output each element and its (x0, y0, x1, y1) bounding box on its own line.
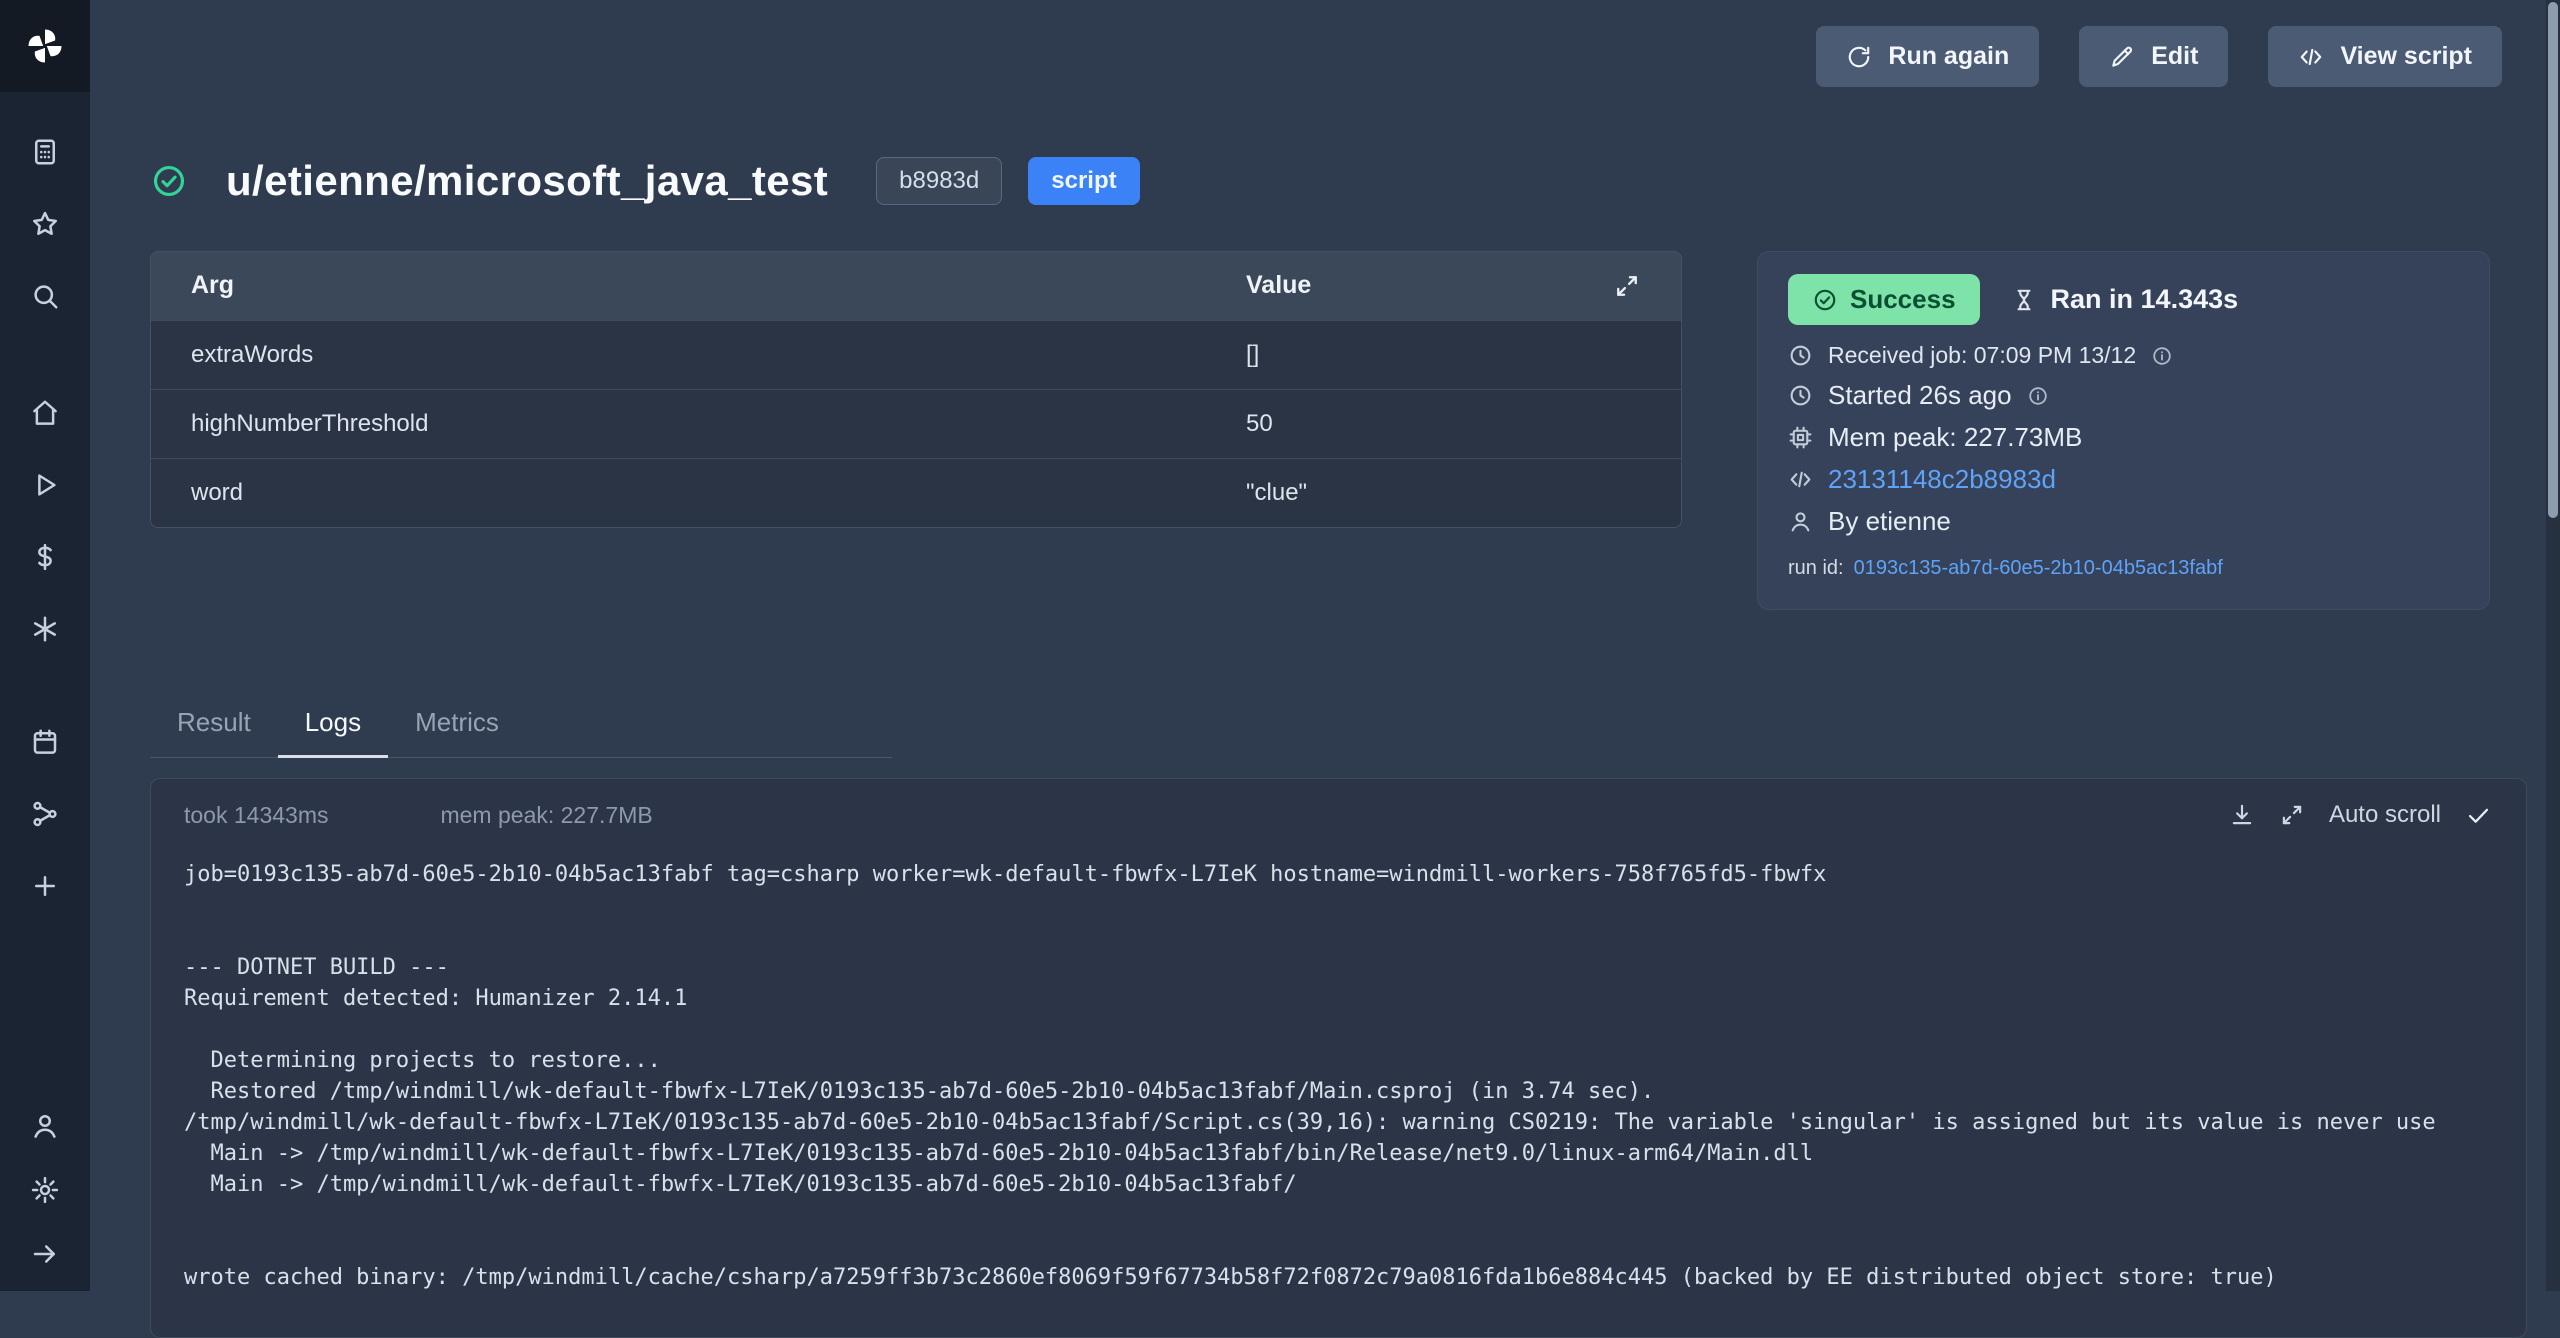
windmill-logo-icon (23, 24, 67, 68)
info-icon[interactable] (2151, 345, 2173, 367)
content-grid: Arg Value extraWords[]highNumberThreshol… (150, 251, 2527, 610)
arg-name-cell: highNumberThreshold (151, 389, 1206, 458)
success-check-icon (150, 162, 188, 200)
sidebar-gear-icon[interactable] (30, 1175, 60, 1205)
status-check-icon (1812, 287, 1838, 313)
sidebar-group-top (0, 137, 90, 311)
code-icon (1788, 467, 1813, 492)
auto-scroll-checkmark-icon[interactable] (2465, 802, 2492, 829)
job-info-card: Success Ran in 14.343s Received job: 07:… (1757, 251, 2490, 610)
sidebar-play-icon[interactable] (30, 470, 60, 500)
sidebar-dollar-icon[interactable] (30, 542, 60, 572)
run-again-label: Run again (1888, 42, 2009, 71)
args-table-header-row: Arg Value (151, 252, 1681, 320)
code-icon (2298, 44, 2324, 70)
script-type-badge[interactable]: script (1028, 157, 1139, 205)
main-content: Run again Edit View script u/etienne/mic… (90, 0, 2560, 1338)
sidebar-graph-icon[interactable] (30, 799, 60, 829)
download-logs-icon[interactable] (2229, 802, 2255, 828)
edit-label: Edit (2151, 42, 2198, 71)
run-id-link[interactable]: 0193c135-ab7d-60e5-2b10-04b5ac13fabf (1854, 557, 2223, 580)
title-row: u/etienne/microsoft_java_test b8983d scr… (150, 157, 2527, 205)
arg-row: highNumberThreshold50 (151, 389, 1681, 458)
args-table: Arg Value extraWords[]highNumberThreshol… (150, 251, 1682, 528)
arg-value-cell: [] (1206, 320, 1681, 389)
pencil-icon (2109, 44, 2135, 70)
arg-value-cell: "clue" (1206, 458, 1681, 527)
sidebar (0, 0, 90, 1291)
arg-column-header: Arg (151, 252, 1206, 320)
sidebar-plus-icon[interactable] (30, 871, 60, 901)
arg-name-cell: word (151, 458, 1206, 527)
scrollbar-thumb[interactable] (2548, 2, 2558, 518)
sidebar-search-icon[interactable] (30, 281, 60, 311)
run-again-button[interactable]: Run again (1816, 26, 2039, 87)
windmill-logo[interactable] (0, 0, 90, 92)
user-icon (1788, 509, 1813, 534)
by-user-text: By etienne (1828, 506, 1951, 537)
clock-icon (1788, 343, 1813, 368)
sidebar-user-icon[interactable] (30, 1111, 60, 1141)
sidebar-arrow-right-icon[interactable] (30, 1239, 60, 1269)
expand-args-icon[interactable] (1613, 272, 1641, 300)
arg-name-cell: extraWords (151, 320, 1206, 389)
arg-value-cell: 50 (1206, 389, 1681, 458)
sidebar-calendar-icon[interactable] (30, 727, 60, 757)
received-job-text: Received job: 07:09 PM 13/12 (1828, 342, 2136, 369)
arg-row: extraWords[] (151, 320, 1681, 389)
hourglass-icon (2011, 287, 2037, 313)
page-title: u/etienne/microsoft_java_test (226, 157, 828, 205)
view-script-button[interactable]: View script (2268, 26, 2502, 87)
arg-row: word"clue" (151, 458, 1681, 527)
sidebar-asterisk-icon[interactable] (30, 614, 60, 644)
page-scrollbar[interactable] (2546, 0, 2560, 1291)
auto-scroll-label[interactable]: Auto scroll (2329, 801, 2441, 829)
value-column-header: Value (1206, 252, 1681, 320)
tab-metrics[interactable]: Metrics (388, 692, 526, 758)
hash-badge: b8983d (876, 157, 1002, 205)
script-hash-link[interactable]: 23131148c2b8983d (1828, 464, 2056, 495)
memory-icon (1788, 425, 1813, 450)
run-id-label: run id: (1788, 557, 1844, 580)
duration-text: Ran in 14.343s (2011, 284, 2239, 315)
sidebar-group-bottom (0, 1111, 90, 1269)
sidebar-calculator-icon[interactable] (30, 137, 60, 167)
sidebar-group-middle (0, 398, 90, 644)
log-mem-peak-text: mem peak: 227.7MB (440, 802, 652, 829)
tab-logs[interactable]: Logs (278, 692, 388, 758)
info-icon[interactable] (2027, 385, 2049, 407)
refresh-icon (1846, 44, 1872, 70)
log-took-text: took 14343ms (184, 802, 328, 829)
sidebar-star-icon[interactable] (30, 209, 60, 239)
args-table-body: extraWords[]highNumberThreshold50word"cl… (151, 320, 1681, 527)
tab-result[interactable]: Result (150, 692, 278, 758)
tab-bar: ResultLogsMetrics (150, 692, 892, 758)
sidebar-home-icon[interactable] (30, 398, 60, 428)
log-panel: took 14343ms mem peak: 227.7MB Auto scro… (150, 778, 2527, 1338)
expand-logs-icon[interactable] (2279, 802, 2305, 828)
edit-button[interactable]: Edit (2079, 26, 2228, 87)
status-badge: Success (1788, 274, 1980, 325)
log-output: job=0193c135-ab7d-60e5-2b10-04b5ac13fabf… (151, 835, 2526, 1293)
toolbar: Run again Edit View script (150, 0, 2527, 87)
view-script-label: View script (2340, 42, 2472, 71)
mem-peak-text: Mem peak: 227.73MB (1828, 422, 2082, 453)
log-panel-header: took 14343ms mem peak: 227.7MB Auto scro… (151, 779, 2526, 835)
clock-icon (1788, 383, 1813, 408)
started-text: Started 26s ago (1828, 380, 2012, 411)
sidebar-group-lower (0, 727, 90, 901)
